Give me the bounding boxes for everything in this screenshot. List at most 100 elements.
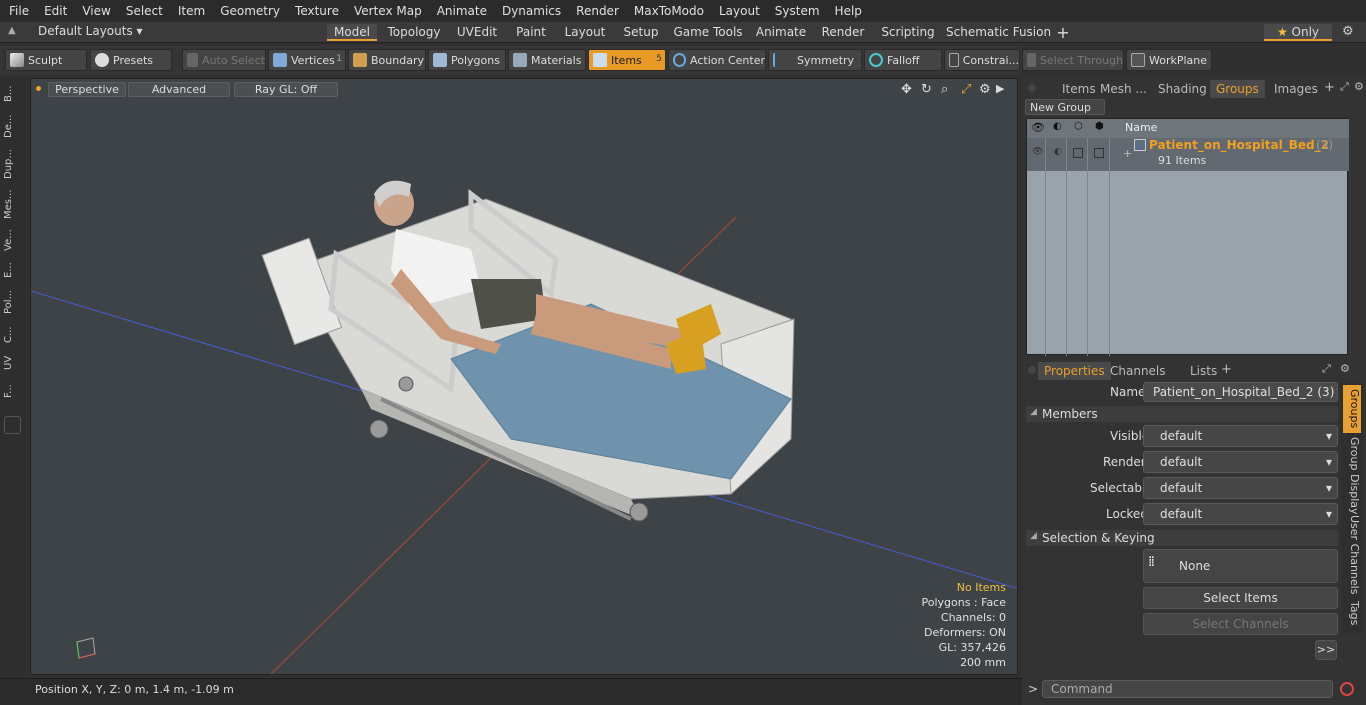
tab-shading[interactable]: Shading bbox=[1152, 80, 1213, 98]
constraints-button[interactable]: Constrai... bbox=[944, 49, 1020, 71]
select-channels-button[interactable]: Select Channels bbox=[1143, 613, 1338, 635]
left-tab-duplicate[interactable]: Dup... bbox=[3, 146, 22, 182]
tab-topology[interactable]: Topology bbox=[385, 24, 443, 41]
menu-animate[interactable]: Animate bbox=[431, 4, 493, 18]
vtab-group-display[interactable]: Group Display bbox=[1343, 437, 1361, 515]
layout-arrow-icon[interactable]: ▲ bbox=[8, 25, 16, 36]
selection-keying-section[interactable]: Selection & Keying bbox=[1026, 530, 1338, 546]
menu-texture[interactable]: Texture bbox=[289, 4, 345, 18]
tab-groups[interactable]: Groups bbox=[1210, 80, 1265, 98]
left-tab-mesh[interactable]: Mes... bbox=[3, 186, 22, 222]
menu-item[interactable]: Item bbox=[172, 4, 211, 18]
tab-paint[interactable]: Paint bbox=[510, 24, 552, 41]
only-button[interactable]: ★ Only bbox=[1264, 24, 1332, 41]
select-through-button[interactable]: Select Through bbox=[1022, 49, 1124, 71]
menu-file[interactable]: File bbox=[3, 4, 35, 18]
tab-uvedit[interactable]: UVEdit bbox=[452, 24, 502, 41]
panel-gear-icon[interactable]: ⚙ bbox=[1340, 362, 1350, 375]
left-tab-polygon[interactable]: Pol... bbox=[3, 286, 22, 318]
tab-game-tools[interactable]: Game Tools bbox=[672, 24, 744, 41]
add-tab-icon[interactable]: + bbox=[1054, 24, 1072, 41]
render-dropdown[interactable]: default bbox=[1143, 451, 1338, 473]
tab-render[interactable]: Render bbox=[818, 24, 868, 41]
menu-edit[interactable]: Edit bbox=[38, 4, 73, 18]
presets-button[interactable]: Presets bbox=[90, 49, 172, 71]
left-tab-vertex[interactable]: Ve... bbox=[3, 226, 22, 254]
items-button[interactable]: Items 5 bbox=[588, 49, 666, 71]
name-field[interactable]: Patient_on_Hospital_Bed_2 (3) bbox=[1143, 382, 1338, 402]
select-icon[interactable]: ⬡ bbox=[1074, 121, 1083, 132]
layout-selector[interactable]: Default Layouts ▾ bbox=[38, 24, 143, 38]
group-name[interactable]: Patient_on_Hospital_Bed_2 bbox=[1149, 138, 1329, 152]
gear-icon[interactable]: ⚙ bbox=[1342, 24, 1354, 39]
polygons-button[interactable]: Polygons bbox=[428, 49, 506, 71]
left-tab-basic[interactable]: B... bbox=[3, 82, 22, 106]
menu-select[interactable]: Select bbox=[120, 4, 169, 18]
expand-icon[interactable]: ⤢ bbox=[1322, 362, 1331, 376]
panel-gear-icon[interactable]: ⚙ bbox=[1354, 80, 1364, 93]
vtab-tags[interactable]: Tags bbox=[1343, 597, 1361, 629]
menu-layout[interactable]: Layout bbox=[713, 4, 766, 18]
menu-vertex-map[interactable]: Vertex Map bbox=[348, 4, 428, 18]
action-center-button[interactable]: Action Center bbox=[668, 49, 766, 71]
left-tab-curve[interactable]: C... bbox=[3, 322, 22, 348]
more-button[interactable]: >> bbox=[1315, 640, 1337, 660]
tab-lists[interactable]: Lists bbox=[1184, 362, 1223, 380]
sculpt-button[interactable]: Sculpt bbox=[5, 49, 87, 71]
row-eye-icon[interactable]: 👁 bbox=[1032, 147, 1043, 157]
row-select-checkbox[interactable] bbox=[1073, 148, 1083, 158]
row-render-icon[interactable]: ◐ bbox=[1054, 147, 1062, 157]
materials-button[interactable]: Materials bbox=[508, 49, 586, 71]
menu-system[interactable]: System bbox=[769, 4, 826, 18]
menu-maxtomodo[interactable]: MaxToModo bbox=[628, 4, 710, 18]
tab-properties[interactable]: Properties bbox=[1038, 362, 1111, 380]
selectable-dropdown[interactable]: default bbox=[1143, 477, 1338, 499]
left-tab-fusion[interactable]: F... bbox=[3, 378, 22, 404]
render-icon[interactable]: ◐ bbox=[1053, 121, 1062, 132]
row-lock-checkbox[interactable] bbox=[1094, 148, 1104, 158]
menu-help[interactable]: Help bbox=[829, 4, 868, 18]
expand-icon[interactable]: ⤢ bbox=[1340, 80, 1349, 94]
expand-plus-icon[interactable]: + bbox=[1123, 147, 1132, 160]
tab-setup[interactable]: Setup bbox=[618, 24, 664, 41]
tab-images[interactable]: Images bbox=[1268, 80, 1324, 98]
left-tab-uv[interactable]: UV bbox=[3, 352, 22, 374]
members-section[interactable]: Members bbox=[1026, 406, 1338, 422]
menu-view[interactable]: View bbox=[76, 4, 116, 18]
tab-animate[interactable]: Animate bbox=[752, 24, 810, 41]
visible-dropdown[interactable]: default bbox=[1143, 425, 1338, 447]
tab-model[interactable]: Model bbox=[327, 24, 377, 41]
workplane-button[interactable]: WorkPlane bbox=[1126, 49, 1212, 71]
boundary-button[interactable]: Boundary bbox=[348, 49, 426, 71]
tab-channels[interactable]: Channels bbox=[1104, 362, 1172, 380]
symmetry-button[interactable]: Symmetry bbox=[768, 49, 862, 71]
menu-render[interactable]: Render bbox=[570, 4, 625, 18]
falloff-button[interactable]: Falloff bbox=[864, 49, 942, 71]
tab-schematic-fusion[interactable]: Schematic Fusion bbox=[946, 24, 1051, 41]
collapse-arrow-icon[interactable]: ◢ bbox=[1030, 407, 1037, 417]
vtab-groups[interactable]: Groups bbox=[1343, 385, 1361, 433]
left-tab-deform[interactable]: De... bbox=[3, 110, 22, 142]
auto-select-button[interactable]: Auto Select bbox=[182, 49, 266, 71]
record-icon[interactable] bbox=[1340, 682, 1354, 696]
vertices-button[interactable]: Vertices 1 bbox=[268, 49, 346, 71]
select-items-button[interactable]: Select Items bbox=[1143, 587, 1338, 609]
new-group-button[interactable]: New Group bbox=[1025, 99, 1105, 115]
3d-viewport[interactable]: Perspective Advanced Ray GL: Off ✥ ↻ ⌕ ⤢… bbox=[30, 78, 1018, 675]
tab-mesh[interactable]: Mesh ... bbox=[1094, 80, 1153, 98]
tab-layout[interactable]: Layout bbox=[560, 24, 610, 41]
left-tab-extra-button[interactable] bbox=[4, 416, 21, 434]
tab-scripting[interactable]: Scripting bbox=[877, 24, 939, 41]
name-column-header[interactable]: Name bbox=[1125, 121, 1157, 134]
visibility-eye-icon[interactable]: 👁 bbox=[1031, 121, 1045, 134]
menu-dynamics[interactable]: Dynamics bbox=[496, 4, 567, 18]
command-input[interactable]: Command bbox=[1042, 680, 1333, 698]
lock-icon[interactable]: ⬢ bbox=[1095, 121, 1104, 132]
group-row[interactable]: 👁 ◐ + Patient_on_Hospital_Bed_2 (3) 91 I… bbox=[1027, 138, 1349, 171]
keying-none-button[interactable]: ⁞⁞ None bbox=[1143, 549, 1338, 583]
menu-geometry[interactable]: Geometry bbox=[214, 4, 286, 18]
add-tab-icon[interactable]: + bbox=[1221, 362, 1232, 377]
vtab-user-channels[interactable]: User Channels bbox=[1343, 515, 1361, 594]
collapse-arrow-icon[interactable]: ◢ bbox=[1030, 531, 1037, 541]
left-tab-edge[interactable]: E... bbox=[3, 258, 22, 282]
